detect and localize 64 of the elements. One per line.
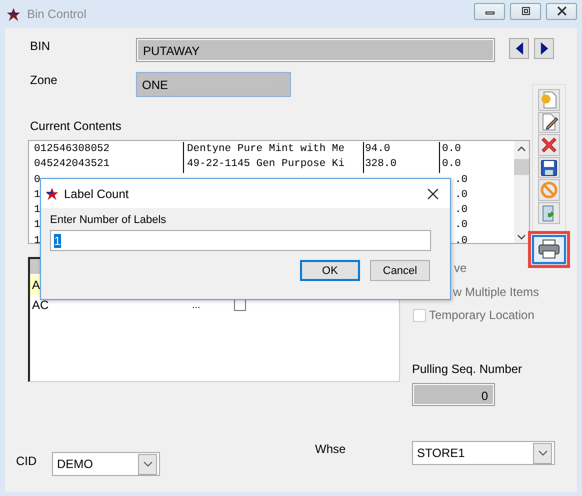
whse-label: Whse <box>315 442 347 456</box>
no-entry-icon <box>540 181 558 200</box>
scroll-up-icon <box>517 146 526 152</box>
table-cell: 94.0 <box>363 142 439 158</box>
star-icon <box>6 6 21 22</box>
pulling-seq-label: Pulling Seq. Number <box>412 362 522 376</box>
zone-label: Zone <box>29 72 58 87</box>
scroll-thumb[interactable] <box>514 159 529 175</box>
ok-button[interactable]: OK <box>300 260 360 281</box>
bin-field[interactable]: PUTAWAY <box>136 38 495 62</box>
table-cell: 328.0 <box>363 157 439 173</box>
close-button[interactable] <box>426 186 440 200</box>
grid-row[interactable]: AC ... <box>30 295 399 315</box>
table-cell: .0 <box>455 234 468 243</box>
copy-button[interactable] <box>538 202 560 224</box>
save-button[interactable] <box>538 156 560 178</box>
maximize-button[interactable] <box>510 2 541 20</box>
temporary-location-checkbox[interactable]: Temporary Location <box>413 308 534 322</box>
close-icon <box>556 6 568 16</box>
table-cell: 1 <box>34 188 40 201</box>
label-count-input[interactable]: 1 <box>50 230 431 251</box>
right-triangle-icon <box>540 42 548 55</box>
table-cell: 0 <box>34 174 40 186</box>
bin-label: BIN <box>29 38 52 53</box>
restore-icon <box>520 6 532 16</box>
cid-label: CID <box>16 454 38 468</box>
option-label: w Multiple Items <box>453 285 540 299</box>
table-cell: 1 <box>34 219 40 232</box>
dialog-title: Label Count <box>64 186 130 200</box>
option-label: ve <box>454 261 467 275</box>
table-cell: 1 <box>34 234 40 243</box>
printer-icon <box>538 239 560 260</box>
whse-dropdown[interactable]: STORE1 <box>412 441 555 465</box>
table-cell: 045242043521 <box>34 158 110 170</box>
table-cell: Dentyne Pure Mint with Me <box>183 142 363 158</box>
current-contents-label: Current Contents <box>29 119 122 133</box>
table-cell: .0 <box>455 174 468 186</box>
table-cell: .0 <box>455 188 468 201</box>
next-button[interactable] <box>534 38 554 59</box>
edit-button[interactable] <box>538 112 560 134</box>
table-cell: 012546308052 <box>34 143 110 155</box>
table-cell: 49-22-1145 Gen Purpose Ki <box>183 157 363 173</box>
table-cell: .0 <box>455 219 468 232</box>
edit-icon <box>540 113 558 132</box>
save-icon <box>540 158 558 177</box>
scrollbar[interactable] <box>514 141 529 243</box>
delete-button[interactable] <box>538 134 560 156</box>
previous-button[interactable] <box>509 38 529 59</box>
document-icon <box>540 90 558 109</box>
cid-dropdown[interactable]: DEMO <box>52 452 160 476</box>
chevron-down-icon <box>142 461 152 467</box>
left-triangle-icon <box>514 42 524 55</box>
star-icon <box>45 186 59 200</box>
cancel-button[interactable]: Cancel <box>370 260 430 281</box>
delete-icon <box>540 136 558 154</box>
table-cell: .0 <box>455 204 468 216</box>
window-title: Bin Control <box>27 7 88 21</box>
chevron-down-icon <box>538 450 548 456</box>
close-button[interactable] <box>546 2 577 20</box>
scroll-down-icon <box>517 234 526 240</box>
minimize-button[interactable] <box>474 2 505 20</box>
pulling-seq-field[interactable]: 0 <box>412 383 495 406</box>
table-cell: 1 <box>34 204 40 216</box>
prompt-label: Enter Number of Labels <box>50 214 166 226</box>
